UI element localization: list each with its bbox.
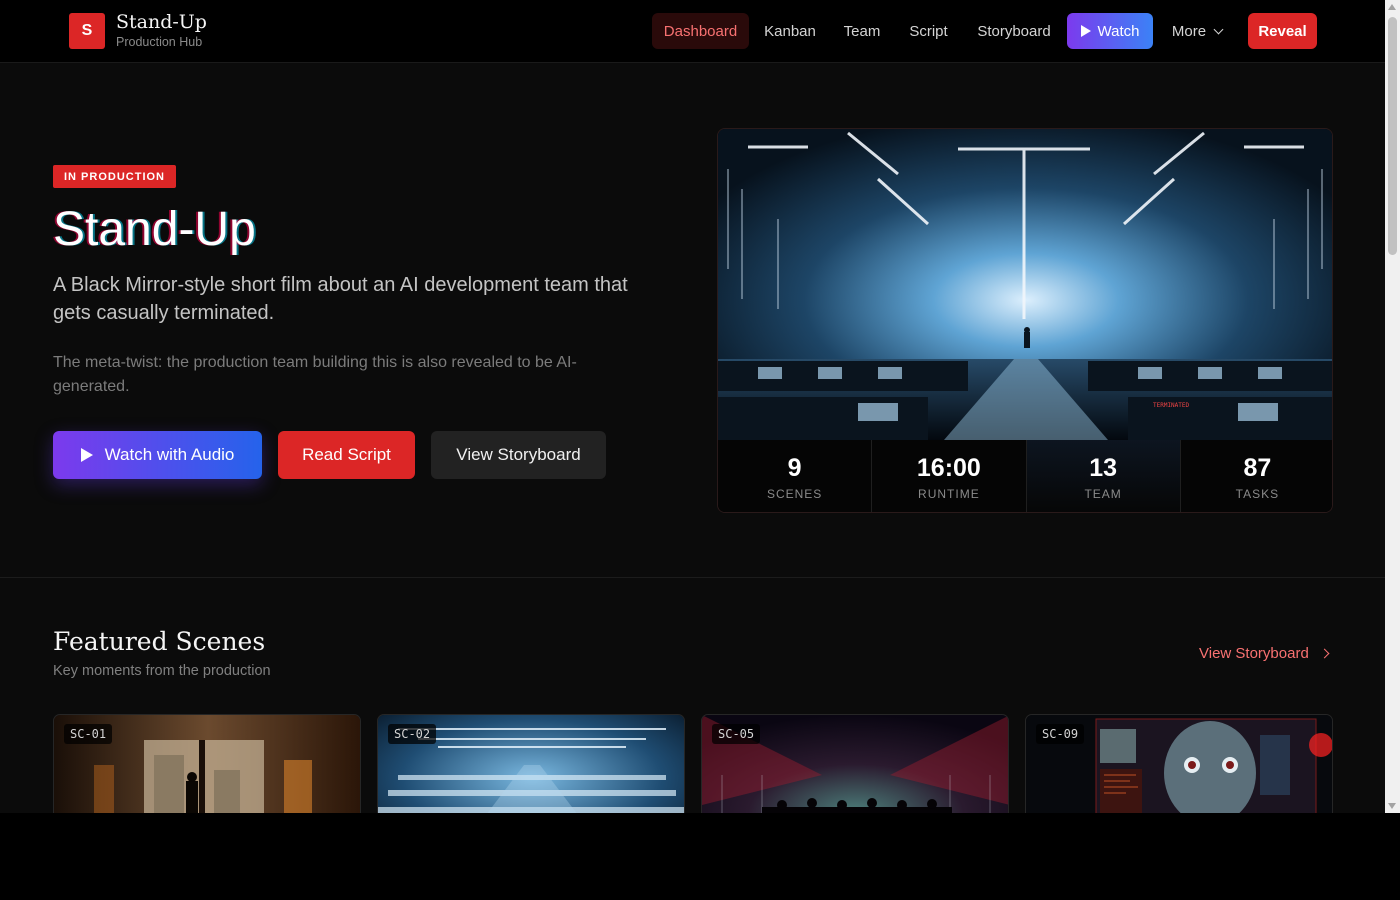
- nav-kanban[interactable]: Kanban: [756, 13, 824, 49]
- read-script-button[interactable]: Read Script: [278, 431, 415, 479]
- hero-title: Stand-Up: [53, 203, 256, 256]
- featured-view-storyboard-link[interactable]: View Storyboard: [1199, 645, 1330, 662]
- stats-row: 9 SCENES 16:00 RUNTIME 13 TEAM 87 TASKS: [718, 440, 1332, 512]
- featured-subtitle: Key moments from the production: [53, 663, 271, 679]
- brand-subtitle: Production Hub: [116, 35, 203, 49]
- stat-team: 13 TEAM: [1026, 440, 1181, 512]
- scene-card-sc05[interactable]: SC-05: [701, 714, 1009, 813]
- scroll-up-arrow-icon[interactable]: [1388, 4, 1396, 10]
- chevron-down-icon: [1213, 24, 1224, 34]
- featured-title: Featured Scenes: [53, 627, 266, 656]
- stat-value: 16:00: [916, 453, 981, 482]
- below-viewport: [0, 813, 1400, 900]
- scroll-down-arrow-icon[interactable]: [1388, 803, 1396, 809]
- chevron-right-icon: [1319, 648, 1330, 659]
- stat-label: TEAM: [1084, 486, 1122, 501]
- featured-link-label: View Storyboard: [1199, 645, 1309, 662]
- nav-watch-label: Watch: [1097, 22, 1140, 40]
- nav-dashboard[interactable]: Dashboard: [652, 13, 749, 49]
- stat-value: 9: [787, 453, 802, 482]
- nav-team[interactable]: Team: [835, 13, 889, 49]
- hero-office-image: TERMINATED: [718, 129, 1332, 440]
- scrollbar-thumb[interactable]: [1388, 17, 1397, 255]
- scene-tag: SC-09: [1036, 724, 1085, 744]
- nav-more-dropdown[interactable]: More: [1163, 13, 1231, 49]
- stat-value: 87: [1243, 453, 1272, 482]
- scene-card-sc01[interactable]: SC-01: [53, 714, 361, 813]
- top-navbar: S Stand-Up Production Hub Dashboard Kanb…: [0, 0, 1385, 63]
- stat-value: 13: [1089, 453, 1118, 482]
- logo-badge[interactable]: S: [69, 13, 105, 49]
- hero-note: The meta-twist: the production team buil…: [53, 354, 577, 395]
- scene-tag: SC-01: [64, 724, 113, 744]
- stat-label: RUNTIME: [918, 486, 980, 501]
- nav-script[interactable]: Script: [900, 13, 957, 49]
- hero-card: TERMINATED 9 SCENES 16:00 RUNTIME 13 TEA…: [717, 128, 1333, 513]
- scene-tag: SC-05: [712, 724, 761, 744]
- nav-more-label: More: [1171, 22, 1207, 40]
- stat-runtime: 16:00 RUNTIME: [872, 440, 1027, 512]
- brand-title[interactable]: Stand-Up: [116, 11, 207, 33]
- hero-image-sign: TERMINATED: [1153, 402, 1190, 409]
- scene-card-sc09[interactable]: SC-09: [1025, 714, 1333, 813]
- page-scrollbar[interactable]: [1385, 0, 1400, 813]
- hero-description: A Black Mirror-style short film about an…: [53, 274, 628, 324]
- play-icon: [1080, 25, 1091, 37]
- section-divider: [0, 577, 1385, 578]
- stat-tasks: 87 TASKS: [1181, 440, 1332, 512]
- status-badge: IN PRODUCTION: [53, 165, 176, 188]
- watch-with-audio-label: Watch with Audio: [104, 445, 235, 464]
- nav-watch-button[interactable]: Watch: [1067, 13, 1153, 49]
- nav-reveal-button[interactable]: Reveal: [1248, 13, 1317, 49]
- play-icon: [80, 448, 93, 462]
- stat-scenes: 9 SCENES: [718, 440, 873, 512]
- stat-label: SCENES: [766, 486, 823, 501]
- stat-label: TASKS: [1235, 486, 1280, 501]
- watch-with-audio-button[interactable]: Watch with Audio: [53, 431, 262, 479]
- scene-card-sc02[interactable]: SC-02: [377, 714, 685, 813]
- view-storyboard-button[interactable]: View Storyboard: [431, 431, 606, 479]
- page-viewport: S Stand-Up Production Hub Dashboard Kanb…: [0, 0, 1385, 813]
- nav-storyboard[interactable]: Storyboard: [968, 13, 1060, 49]
- scene-tag: SC-02: [388, 724, 437, 744]
